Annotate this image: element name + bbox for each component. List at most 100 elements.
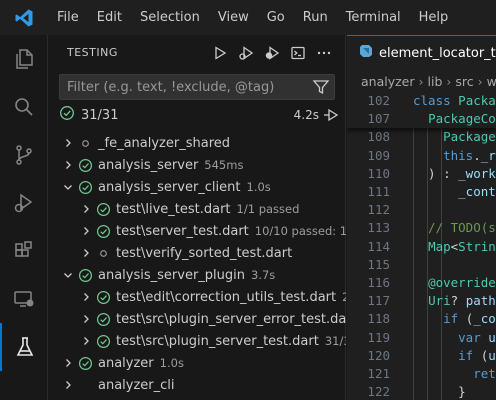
test-tree-item-detail: 10/10 passed: 1.0s [254, 224, 346, 238]
test-tree-item-detail: 1.0s [159, 356, 184, 370]
menu-edit[interactable]: Edit [88, 0, 131, 35]
test-tree-item[interactable]: analysis_server 545ms [48, 154, 346, 176]
code-text: Map<Strin [428, 238, 496, 254]
chevron-right-icon[interactable] [79, 290, 93, 304]
test-tree-item[interactable]: analysis_server_plugin 3.7s [48, 264, 346, 286]
chevron-right-icon[interactable] [61, 136, 75, 150]
dart-file-icon [359, 44, 373, 62]
test-tree-item[interactable]: analyzer 1.0s [48, 352, 346, 374]
code-line: 109 this._r [347, 147, 496, 165]
code-line: 120 if (u [347, 347, 496, 365]
test-tree-item[interactable]: test\live_test.dart 1/1 passed [48, 198, 346, 220]
editor-area: element_locator_test analyzer › lib › sr… [347, 35, 496, 400]
line-number: 109 [367, 147, 390, 163]
test-tree-item[interactable]: test\edit\correction_utils_test.dart 22/ [48, 286, 346, 308]
passed-check-icon [77, 179, 93, 195]
menu-selection[interactable]: Selection [131, 0, 209, 35]
chevron-right-icon[interactable] [79, 312, 93, 326]
line-number: 118 [367, 311, 390, 327]
sidebar-title: TESTING [67, 46, 118, 59]
test-tree-item[interactable]: test\src\plugin_server_error_test.dart..… [48, 308, 346, 330]
passed-check-icon [77, 355, 93, 371]
test-tree-item[interactable]: test\server_test.dart 10/10 passed: 1.0s [48, 220, 346, 242]
line-number: 114 [367, 238, 390, 254]
line-number: 119 [367, 329, 390, 345]
test-tree-item-label: test\server_test.dart [116, 223, 249, 239]
code-text: PackageCo [428, 111, 496, 127]
test-tree-item-detail: 22/ [342, 290, 346, 304]
summary-duration: 4.2s [293, 108, 319, 122]
code-line: 118 if (_co [347, 310, 496, 328]
chevron-down-icon[interactable] [61, 180, 75, 194]
code-line: 116 @override [347, 274, 496, 292]
line-number: 107 [367, 111, 390, 127]
line-number: 120 [367, 347, 390, 363]
more-actions-icon[interactable] [311, 42, 337, 64]
line-number: 115 [367, 256, 390, 272]
breadcrumb-item[interactable]: analyzer [361, 74, 415, 89]
passed-summary-icon [59, 105, 75, 125]
explorer-icon[interactable] [0, 35, 48, 83]
menu-go[interactable]: Go [258, 0, 294, 35]
chevron-right-icon[interactable] [79, 202, 93, 216]
menu-run[interactable]: Run [294, 0, 337, 35]
code-line: 115 [347, 256, 496, 274]
extensions-icon[interactable] [0, 227, 48, 275]
menu-view[interactable]: View [209, 0, 258, 35]
filter-icon[interactable] [312, 78, 330, 100]
chevron-right-icon[interactable] [79, 246, 93, 260]
testing-icon[interactable] [0, 323, 48, 371]
show-output-icon[interactable] [285, 42, 311, 64]
code-text: this._r [443, 147, 496, 163]
menu-help[interactable]: Help [410, 0, 458, 35]
filter-input[interactable] [60, 75, 304, 99]
debug-tests-icon[interactable] [233, 42, 259, 64]
remote-explorer-icon[interactable] [0, 275, 48, 323]
test-tree-item-label: test\src\plugin_server_test.dart [116, 333, 319, 349]
summary-count: 31/31 [81, 107, 119, 123]
breadcrumb-item[interactable]: src [455, 74, 473, 89]
run-debug-icon[interactable] [0, 179, 48, 227]
testing-sidebar: TESTING 31/31 4.2s _fe_an [48, 35, 346, 400]
test-tree-item[interactable]: test\verify_sorted_test.dart [48, 242, 346, 264]
chevron-down-icon[interactable] [61, 268, 75, 282]
test-tree-item-label: _fe_analyzer_shared [98, 135, 231, 151]
code-line: 119 var u [347, 329, 496, 347]
code-text: // TODO(s [413, 220, 496, 236]
run-coverage-icon[interactable] [259, 42, 285, 64]
chevron-right-icon[interactable] [61, 356, 75, 370]
chevron-right-icon[interactable] [79, 224, 93, 238]
code-text: var u [458, 329, 496, 345]
search-icon[interactable] [0, 83, 48, 131]
code-line: 110 ) : _work [347, 165, 496, 183]
breadcrumb-item[interactable]: lib [428, 74, 443, 89]
rerun-icon[interactable] [323, 107, 339, 127]
line-number: 111 [367, 184, 390, 199]
code-view[interactable]: 102 class Packa 107 PackageCo 108 Package 1… [347, 92, 496, 400]
editor-tab[interactable]: element_locator_test [347, 35, 496, 70]
code-line: 102 class Packa [347, 92, 496, 110]
menu-terminal[interactable]: Terminal [337, 0, 410, 35]
source-control-icon[interactable] [0, 131, 48, 179]
run-tests-icon[interactable] [207, 42, 233, 64]
sticky-scroll: 102 class Packa 107 PackageCo [347, 92, 496, 128]
test-tree-item-label: test\live_test.dart [116, 201, 231, 217]
breadcrumb-item[interactable]: w [487, 74, 496, 89]
code-line: 111 _cont [347, 183, 496, 201]
test-tree-item[interactable]: analyzer_cli [48, 374, 346, 396]
line-number: 110 [367, 165, 390, 181]
chevron-right-icon[interactable] [79, 334, 93, 348]
code-text: Package [443, 129, 496, 145]
test-tree-item[interactable]: analysis_server_client 1.0s [48, 176, 346, 198]
menu-file[interactable]: File [48, 0, 88, 35]
test-tree-item[interactable]: test\src\plugin_server_test.dart 31/31 [48, 330, 346, 352]
line-number: 113 [367, 220, 390, 236]
not-run-icon [77, 135, 93, 151]
test-tree-item[interactable]: _fe_analyzer_shared [48, 132, 346, 154]
code-line: 117 Uri? path [347, 292, 496, 310]
test-tree-item-label: analyzer [98, 355, 154, 371]
chevron-right-icon[interactable] [61, 158, 75, 172]
chevron-right-icon[interactable] [61, 378, 75, 392]
activity-bar [0, 35, 48, 400]
test-tree-item-detail: 545ms [204, 158, 244, 172]
